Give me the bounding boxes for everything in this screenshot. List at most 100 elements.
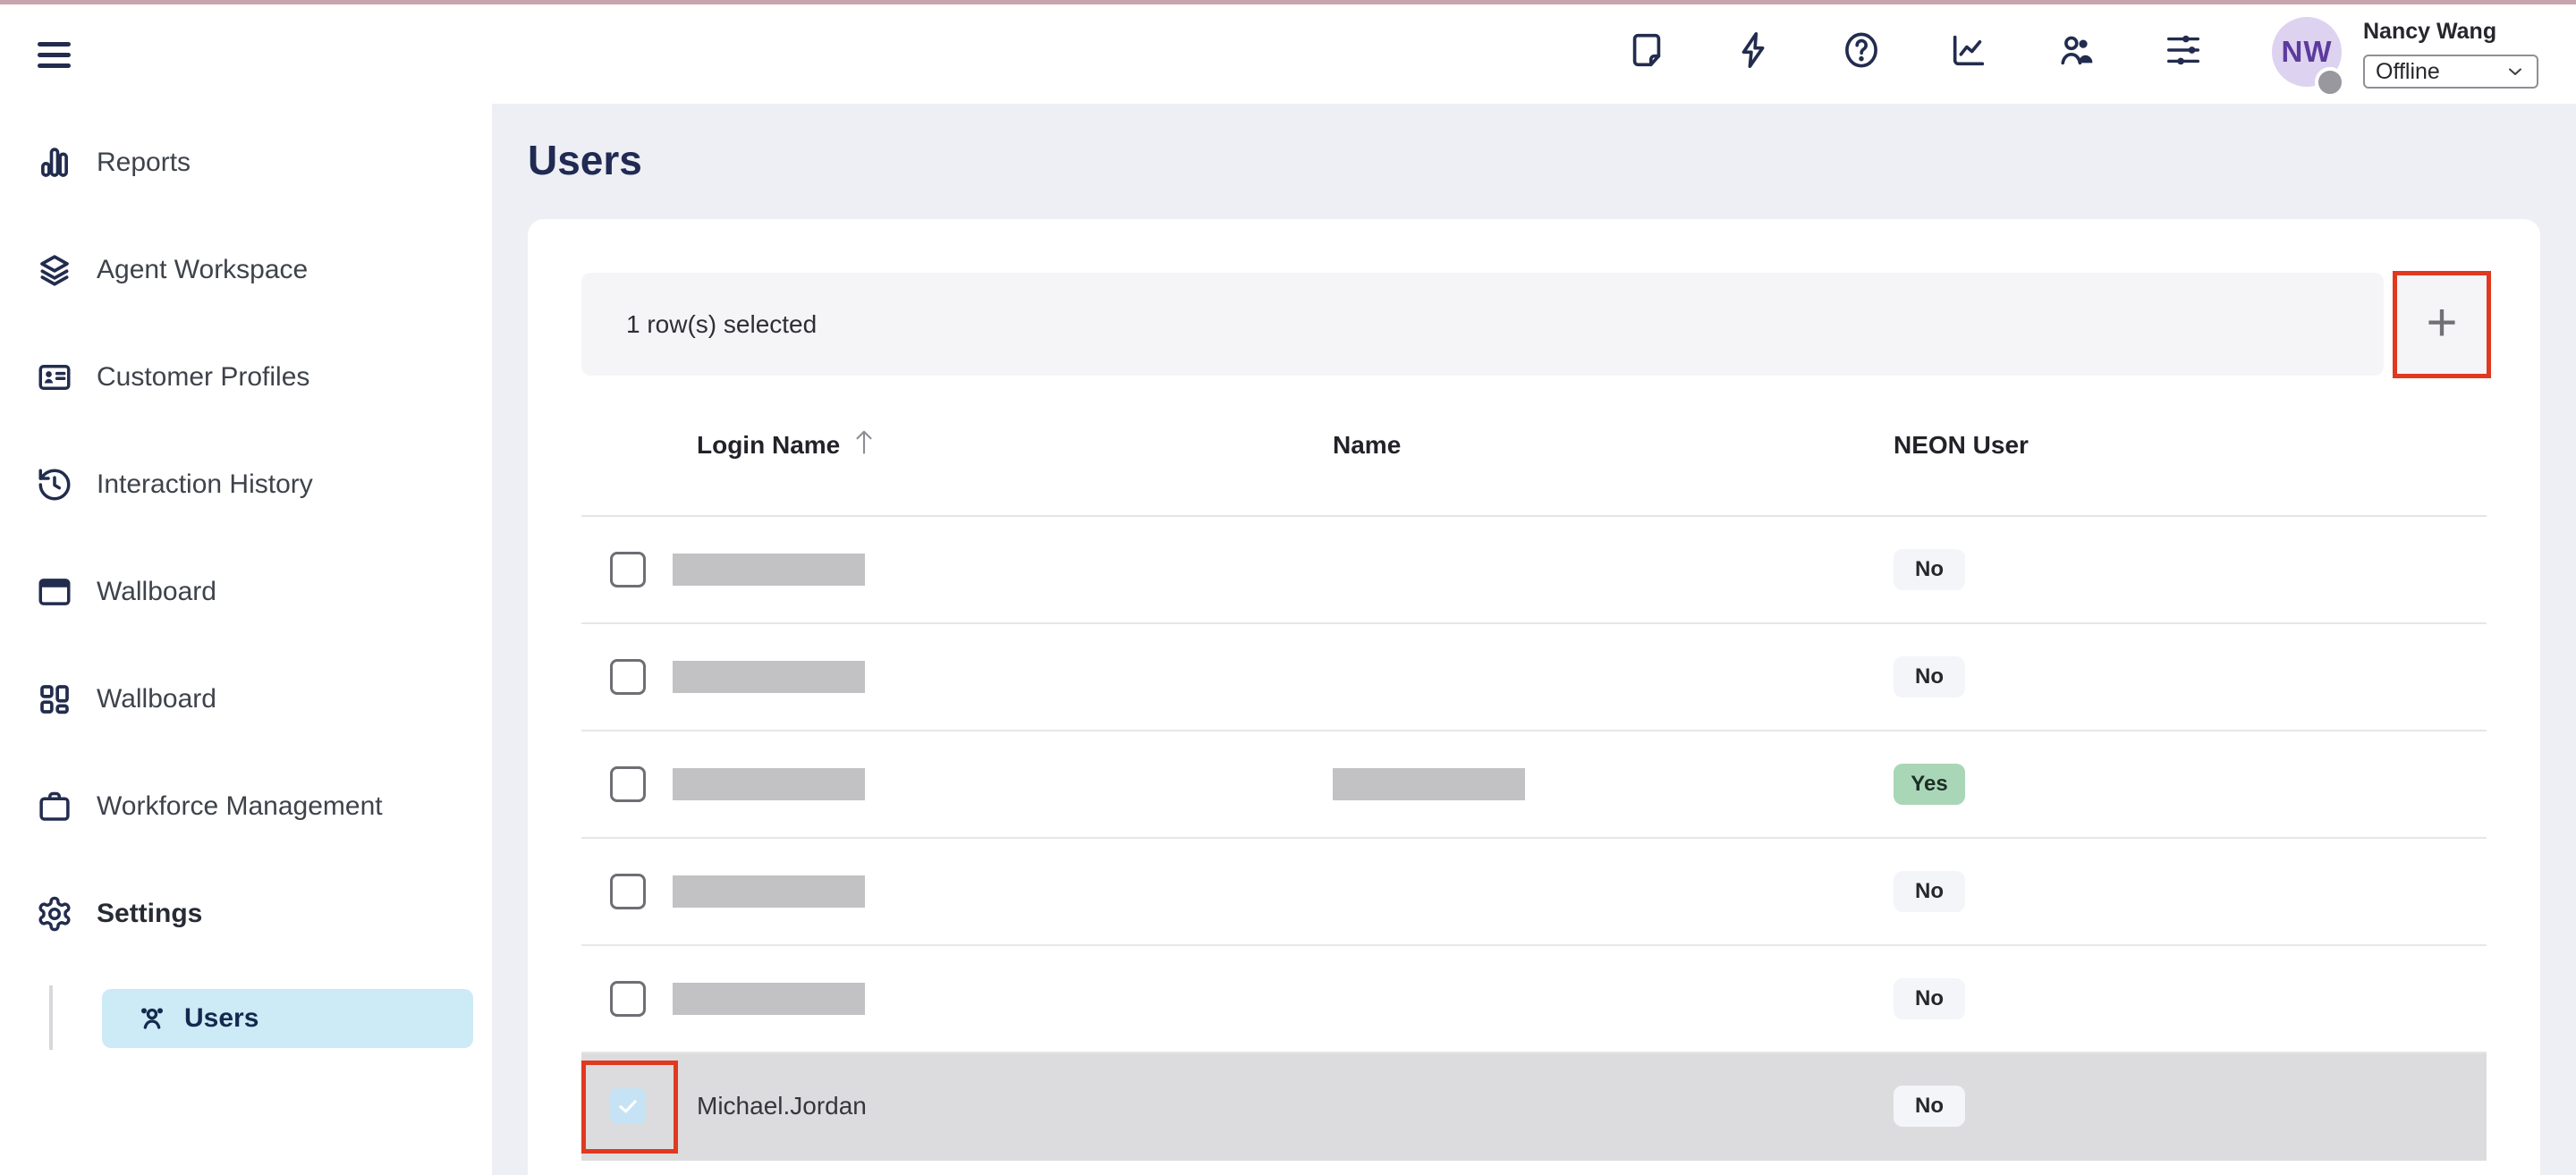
redacted-name-bar: [1333, 768, 1525, 800]
neon-user-cell: No: [1894, 871, 2487, 912]
neon-user-badge: No: [1894, 549, 1965, 590]
users-card: 1 row(s) selected + Login Name Name NEON…: [528, 219, 2540, 1175]
lightning-icon[interactable]: [1733, 30, 1775, 71]
sliders-icon[interactable]: [2163, 30, 2204, 71]
neon-user-badge: No: [1894, 871, 1965, 912]
sidebar-item-label: Customer Profiles: [97, 362, 309, 393]
line-chart-icon[interactable]: [1948, 30, 1989, 71]
sidebar-item-wallboard-2[interactable]: Wallboard: [0, 671, 492, 728]
sidebar-item-users[interactable]: Users: [102, 989, 473, 1048]
neon-user-badge: No: [1894, 656, 1965, 697]
login-name-cell: [673, 875, 1333, 908]
column-header-label: NEON User: [1894, 431, 2029, 459]
table-row[interactable]: Yes: [581, 731, 2487, 839]
neon-user-cell: Yes: [1894, 764, 2487, 805]
sidebar-item-label: Wallboard: [97, 577, 216, 607]
sidebar-item-label: Interaction History: [97, 469, 313, 500]
neon-user-badge: Yes: [1894, 764, 1965, 805]
sidebar-item-workforce-management[interactable]: Workforce Management: [0, 778, 492, 835]
status-dot: [2315, 67, 2345, 97]
column-header-neon-user[interactable]: NEON User: [1894, 431, 2487, 460]
add-user-button[interactable]: +: [2393, 271, 2491, 378]
layers-icon: [36, 251, 73, 289]
checkbox-cell: [581, 946, 673, 1052]
row-checkbox[interactable]: [610, 1088, 646, 1124]
login-name-cell: [673, 554, 1333, 586]
row-checkbox[interactable]: [610, 552, 646, 588]
dashboard-icon: [36, 680, 73, 718]
sidebar-item-wallboard[interactable]: Wallboard: [0, 563, 492, 621]
login-name-cell: [673, 983, 1333, 1015]
column-header-label: Login Name: [697, 431, 840, 460]
neon-user-cell: No: [1894, 978, 2487, 1019]
table-row[interactable]: Michael.Jordan No: [581, 1053, 2487, 1161]
login-name-cell: [673, 661, 1333, 693]
sidebar-item-label: Settings: [97, 899, 202, 929]
people-icon[interactable]: [2055, 30, 2097, 71]
neon-user-cell: No: [1894, 549, 2487, 590]
redacted-login-bar: [673, 875, 865, 908]
redacted-login-bar: [673, 554, 865, 586]
sidebar-item-customer-profiles[interactable]: Customer Profiles: [0, 349, 492, 406]
sort-ascending-icon: [851, 427, 877, 457]
checkbox-cell: [581, 624, 673, 730]
sidebar: Reports Agent Workspace Customer Profile…: [0, 104, 492, 1175]
status-select[interactable]: Offline: [2363, 55, 2538, 89]
page-title: Users: [528, 136, 642, 184]
id-card-icon: [36, 359, 73, 396]
row-checkbox[interactable]: [610, 766, 646, 802]
checkbox-cell: [581, 517, 673, 622]
briefcase-icon: [36, 788, 73, 825]
menu-icon[interactable]: [38, 30, 88, 80]
history-icon: [36, 466, 73, 503]
row-checkbox[interactable]: [610, 659, 646, 695]
user-name: Nancy Wang: [2363, 19, 2496, 45]
neon-user-badge: No: [1894, 978, 1965, 1019]
users-group-icon: [134, 1001, 170, 1036]
header-icon-group: [1626, 30, 2204, 71]
bar-chart-icon: [36, 144, 73, 182]
neon-user-badge: No: [1894, 1086, 1965, 1127]
gear-icon: [36, 895, 73, 933]
table-row[interactable]: No: [581, 517, 2487, 624]
sticky-note-icon[interactable]: [1626, 30, 1667, 71]
selection-toolbar: 1 row(s) selected: [581, 273, 2384, 376]
main-content: Users 1 row(s) selected + Login Name Nam…: [492, 104, 2576, 1175]
help-icon[interactable]: [1841, 30, 1882, 71]
top-header: NW Nancy Wang Offline: [0, 4, 2576, 104]
table-header: Login Name Name NEON User: [581, 376, 2487, 517]
row-checkbox[interactable]: [610, 981, 646, 1017]
checkbox-cell: [581, 731, 673, 837]
redacted-login-bar: [673, 768, 865, 800]
login-name-cell: Michael.Jordan: [673, 1092, 1333, 1120]
plus-icon: +: [2426, 296, 2457, 350]
sidebar-item-label: Workforce Management: [97, 791, 383, 822]
table-row[interactable]: No: [581, 946, 2487, 1053]
redacted-login-bar: [673, 983, 865, 1015]
login-name-text: Michael.Jordan: [673, 1092, 867, 1120]
status-select-value: Offline: [2376, 59, 2440, 85]
table-body: No No: [581, 517, 2487, 1161]
sidebar-item-agent-workspace[interactable]: Agent Workspace: [0, 241, 492, 299]
checkbox-cell: [581, 839, 673, 944]
sidebar-item-settings[interactable]: Settings: [0, 885, 492, 943]
redacted-login-bar: [673, 661, 865, 693]
column-header-label: Name: [1333, 431, 1401, 459]
browser-icon: [36, 573, 73, 611]
indent-guide-line: [49, 985, 53, 1050]
chevron-down-icon: [2504, 61, 2526, 82]
column-header-name[interactable]: Name: [1333, 431, 1894, 460]
table-row[interactable]: No: [581, 839, 2487, 946]
login-name-cell: [673, 768, 1333, 800]
sidebar-item-label: Agent Workspace: [97, 255, 308, 285]
checkbox-cell: [581, 1053, 673, 1159]
sidebar-item-reports[interactable]: Reports: [0, 134, 492, 191]
sidebar-item-label: Reports: [97, 148, 191, 178]
row-checkbox[interactable]: [610, 874, 646, 909]
sidebar-item-label: Wallboard: [97, 684, 216, 714]
column-header-login-name[interactable]: Login Name: [673, 431, 1333, 460]
sidebar-item-interaction-history[interactable]: Interaction History: [0, 456, 492, 513]
table-row[interactable]: No: [581, 624, 2487, 731]
name-cell: [1333, 768, 1894, 800]
sidebar-item-label: Users: [184, 1003, 258, 1034]
